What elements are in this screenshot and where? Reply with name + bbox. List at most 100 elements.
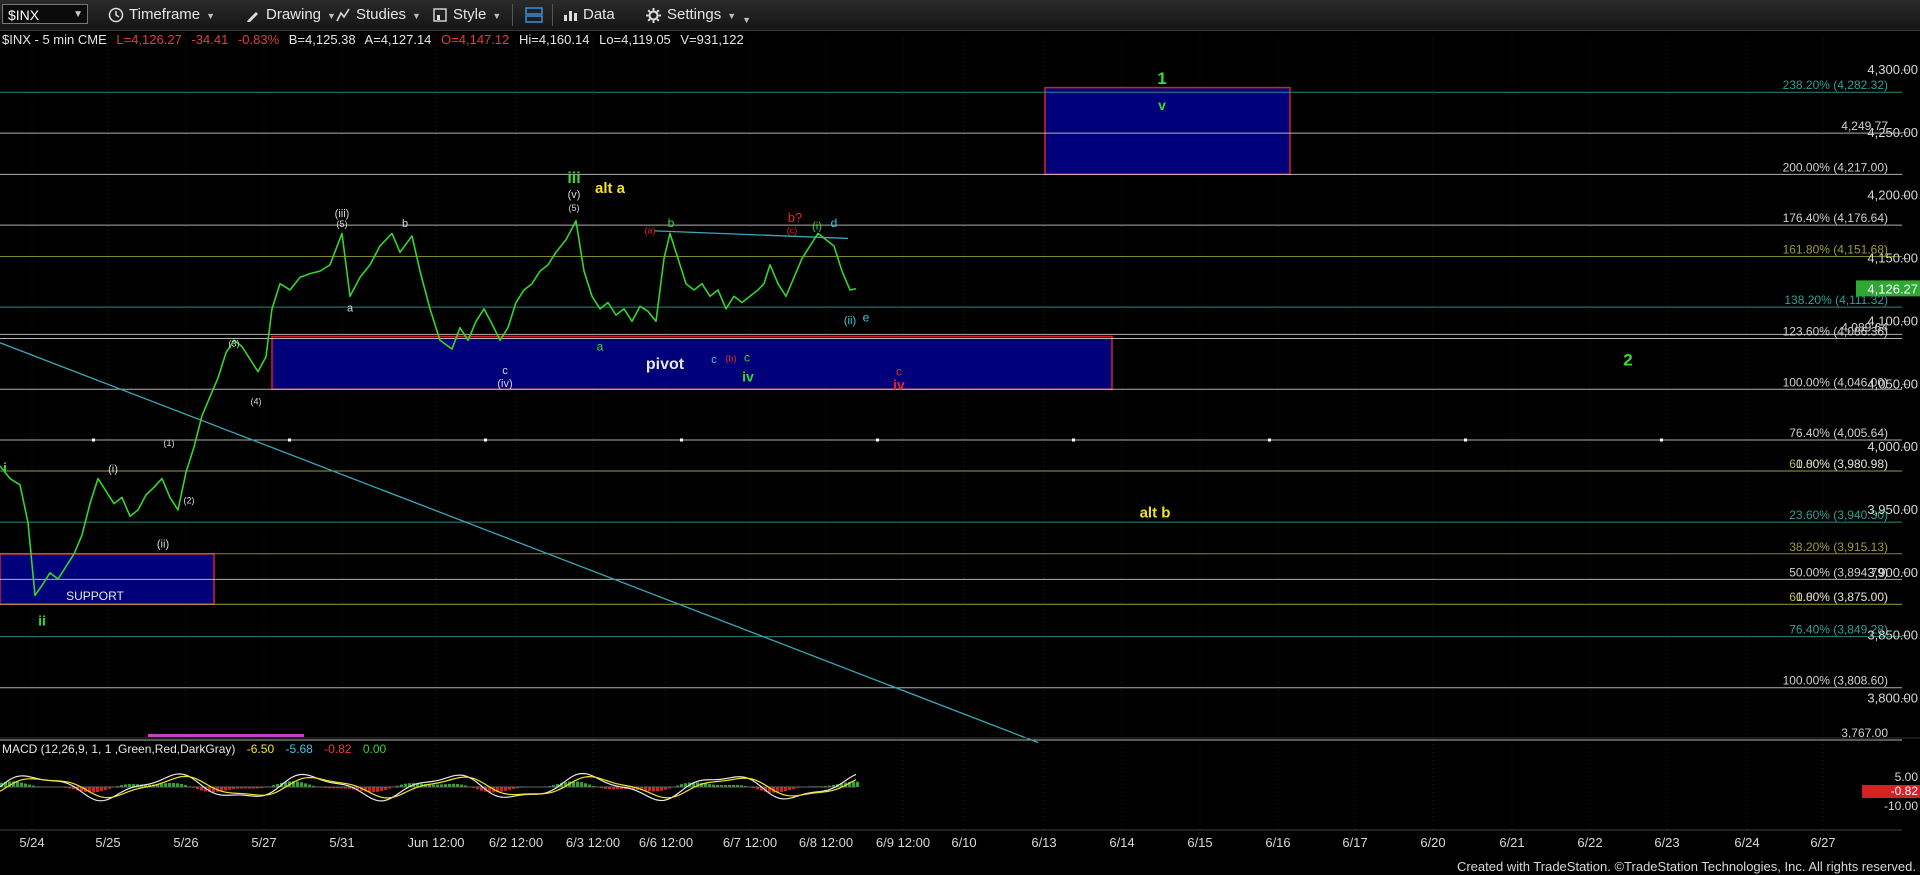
y-tick-label: 4,150.00 bbox=[1867, 251, 1918, 266]
target-box bbox=[1044, 86, 1291, 176]
last-price-label: 4,126.27 bbox=[1867, 281, 1918, 296]
macd-histogram-bar bbox=[648, 787, 651, 792]
grid-layer bbox=[31, 38, 1824, 830]
x-tick-label: 6/17 bbox=[1342, 835, 1367, 850]
wave-label: (i) bbox=[108, 463, 118, 475]
macd-histogram-bar bbox=[376, 787, 379, 792]
footer-text: Created with TradeStation. ©TradeStation… bbox=[1456, 859, 1916, 874]
wave-label: b? bbox=[788, 210, 802, 225]
x-tick-label: 6/27 bbox=[1810, 835, 1835, 850]
macd-histogram-bar bbox=[576, 781, 579, 787]
macd-histogram-bar bbox=[200, 787, 203, 791]
header-low: Lo=4,119.05 bbox=[599, 32, 671, 47]
macd-value-1: -6.50 bbox=[247, 742, 275, 756]
wave-label: v bbox=[1158, 97, 1166, 113]
macd-histogram-bar bbox=[96, 787, 99, 793]
macd-current-label: -0.82 bbox=[1891, 784, 1919, 798]
macd-y-tick-label: -10.00 bbox=[1884, 799, 1918, 813]
macd-histogram-bar bbox=[304, 783, 307, 787]
wave-label: a bbox=[597, 339, 604, 353]
macd-histogram-bar bbox=[100, 787, 103, 792]
header-symbol-info: $INX - 5 min CME bbox=[2, 32, 107, 47]
y-tick-label: 4,250.00 bbox=[1867, 125, 1918, 140]
fib-level-label: 100.00% (3,808.60) bbox=[1783, 674, 1888, 688]
svg-text:$INX - 5 min CME L=4,126.: $INX - 5 min CME L=4,126.27 -34.41 -0.83… bbox=[2, 32, 744, 47]
wave-label: (i) bbox=[812, 221, 822, 233]
wave-label: c bbox=[744, 351, 750, 365]
dotted-level-marker bbox=[92, 438, 95, 442]
fib-level-label: 238.20% (4,282.32) bbox=[1783, 78, 1888, 92]
wave-label: (5) bbox=[337, 219, 348, 229]
y-tick-label: 4,050.00 bbox=[1867, 376, 1918, 391]
wave-label: iv bbox=[742, 369, 754, 385]
fib-level-label: 76.40% (4,005.64) bbox=[1789, 426, 1888, 440]
support-box-label: SUPPORT bbox=[66, 589, 124, 603]
x-tick-label: 6/6 12:00 bbox=[639, 835, 693, 850]
dotted-level-marker bbox=[484, 438, 487, 442]
x-tick-label: 6/23 bbox=[1654, 835, 1679, 850]
macd-histogram-bar bbox=[296, 781, 299, 787]
header-volume: V=931,122 bbox=[680, 32, 743, 47]
macd-y-tick-label: 5.00 bbox=[1895, 770, 1919, 784]
macd-histogram-bar bbox=[660, 787, 663, 791]
macd-histogram-bar bbox=[704, 783, 707, 787]
macd-histogram-bar bbox=[784, 787, 787, 792]
macd-histogram-bar bbox=[24, 783, 27, 787]
header-open: O=4,147.12 bbox=[441, 32, 509, 47]
x-tick-label: 6/10 bbox=[951, 835, 976, 850]
macd-histogram-bar bbox=[500, 787, 503, 792]
macd-value-4: 0.00 bbox=[363, 742, 387, 756]
macd-histogram-bar bbox=[856, 781, 859, 787]
macd-histogram-bar bbox=[652, 787, 655, 792]
y-tick-label: 3,850.00 bbox=[1867, 628, 1918, 643]
header-last: L=4,126.27 bbox=[116, 32, 181, 47]
macd-histogram-bar bbox=[584, 783, 587, 787]
wave-label: (iv) bbox=[497, 378, 512, 390]
wave-label: b bbox=[668, 216, 675, 230]
price-layer bbox=[0, 220, 857, 597]
y-tick-label: 3,900.00 bbox=[1867, 565, 1918, 580]
wave-label: c bbox=[711, 354, 717, 366]
wave-label: a bbox=[347, 302, 354, 314]
level-layer: 238.20% (4,282.32)4,249.77200.00% (4,217… bbox=[0, 78, 1902, 741]
wave-label: (5) bbox=[569, 203, 580, 213]
wave-label: e bbox=[863, 310, 870, 324]
wave-label: c bbox=[502, 365, 508, 377]
macd-label: MACD (12,26,9, 1, 1 ,Green,Red,DarkGray) bbox=[2, 742, 235, 756]
macd-histogram-bar bbox=[300, 782, 303, 787]
wave-label: alt b bbox=[1140, 505, 1171, 522]
dotted-level-marker bbox=[1660, 438, 1663, 442]
wave-label: iv bbox=[893, 376, 905, 392]
macd-histogram-bar bbox=[172, 782, 175, 787]
fib-level-label: 200.00% (4,217.00) bbox=[1783, 160, 1888, 174]
footer: Created with TradeStation. ©TradeStation… bbox=[0, 857, 1920, 875]
fib-level-label: 38.20% (3,915.13) bbox=[1789, 540, 1888, 554]
wave-label: (1) bbox=[164, 438, 175, 448]
x-tick-label: 6/15 bbox=[1187, 835, 1212, 850]
macd-histogram-bar bbox=[580, 782, 583, 787]
x-tick-label: 6/13 bbox=[1031, 835, 1056, 850]
x-tick-label: 6/24 bbox=[1734, 835, 1759, 850]
x-tick-label: 6/7 12:00 bbox=[723, 835, 777, 850]
macd-histogram-bar bbox=[504, 787, 507, 791]
x-tick-label: 5/24 bbox=[19, 835, 44, 850]
wave-label: (a) bbox=[645, 225, 656, 235]
wave-label: i bbox=[3, 459, 7, 475]
price-chart[interactable]: pivot SUPPORT 238.20% (4,282.32)4,249.772… bbox=[0, 0, 1920, 857]
wave-label: (4) bbox=[251, 396, 262, 406]
dotted-level-marker bbox=[288, 438, 291, 442]
dotted-level-marker bbox=[1464, 438, 1467, 442]
x-tick-label: 5/27 bbox=[251, 835, 276, 850]
y-tick-label: 4,100.00 bbox=[1867, 313, 1918, 328]
dotted-level-marker bbox=[1268, 438, 1271, 442]
macd-histogram-bar bbox=[176, 783, 179, 787]
macd-histogram-bar bbox=[656, 787, 659, 792]
wave-label: (b) bbox=[726, 354, 737, 364]
wave-label: (c) bbox=[787, 225, 798, 235]
macd-histogram-bar bbox=[20, 782, 23, 787]
wave-label: alt a bbox=[595, 180, 626, 197]
dotted-level-marker bbox=[876, 438, 879, 442]
pivot-box bbox=[271, 335, 1113, 391]
y-tick-label: 3,800.00 bbox=[1867, 691, 1918, 706]
wave-label: (ii) bbox=[844, 315, 856, 327]
